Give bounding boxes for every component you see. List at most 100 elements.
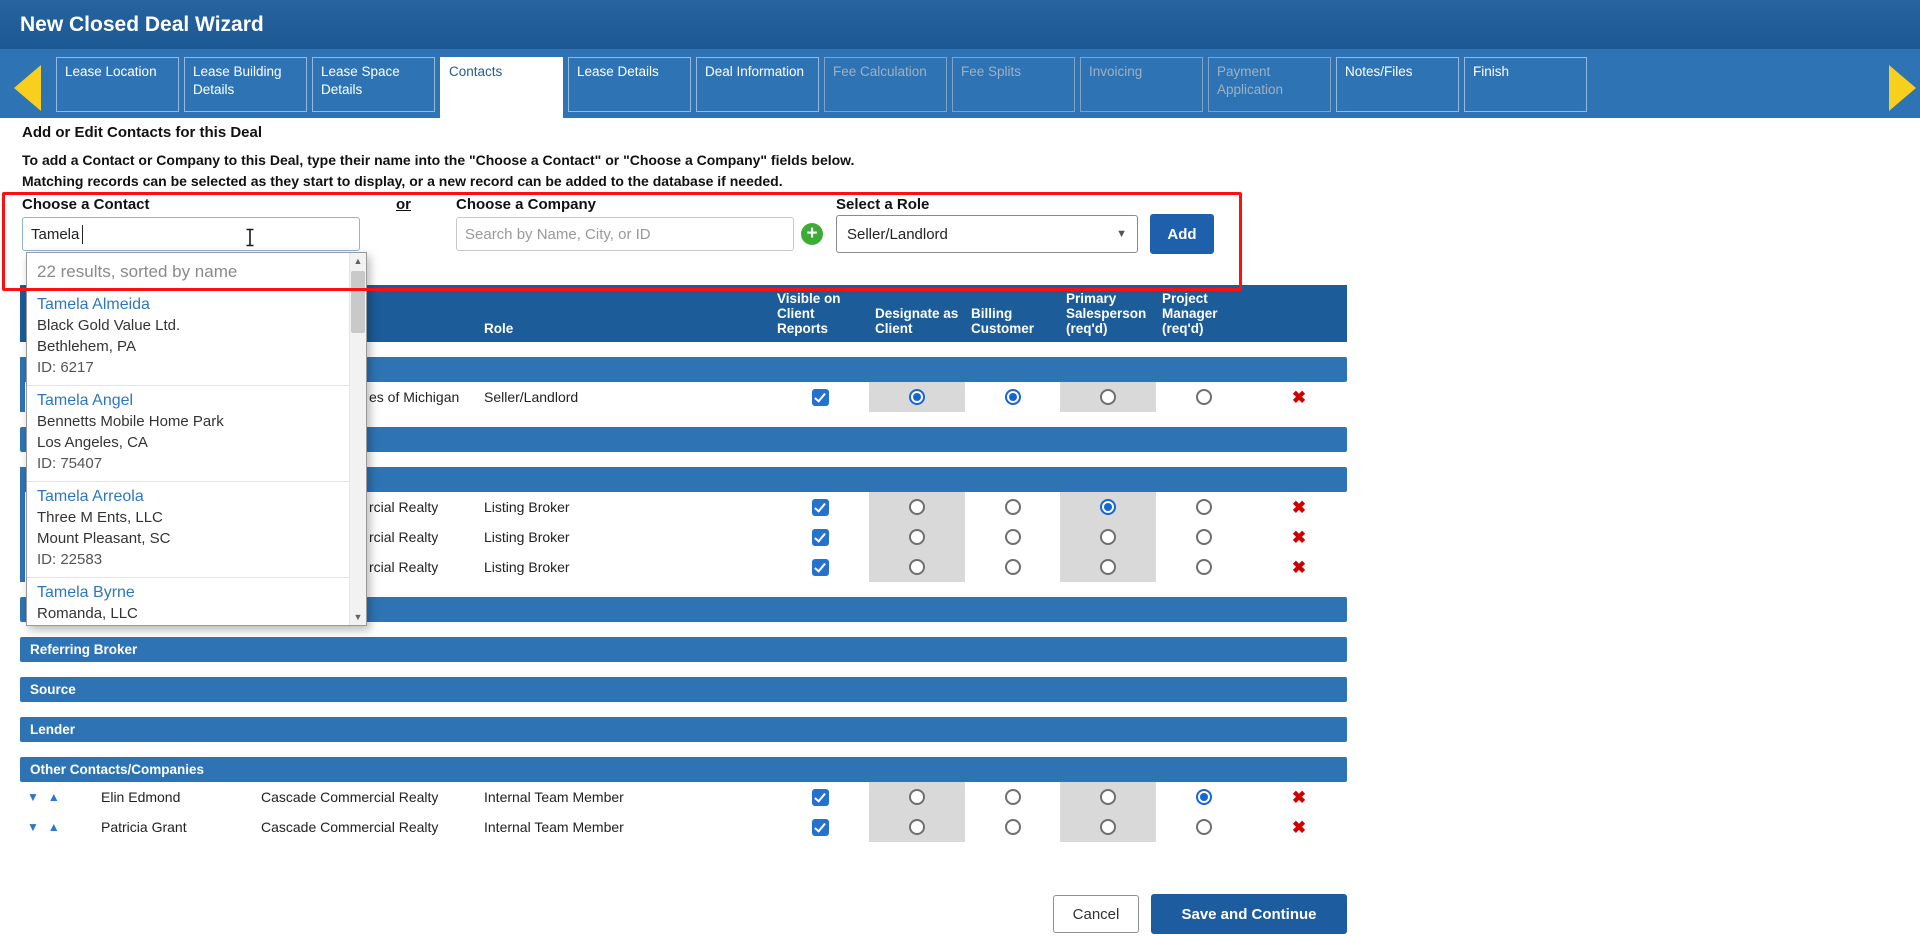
move-down-icon[interactable]: ▼: [27, 791, 39, 803]
tab-label: Lease Building Details: [193, 64, 282, 97]
visible-on-reports-checkbox[interactable]: [812, 789, 829, 806]
tab-label: Fee Calculation: [833, 64, 927, 79]
chevron-down-icon: ▼: [1116, 228, 1127, 240]
billing-customer-radio[interactable]: [1005, 529, 1021, 545]
project-manager-radio[interactable]: [1196, 529, 1212, 545]
delete-row-icon[interactable]: ✖: [1292, 559, 1306, 576]
primary-cell: [1060, 552, 1156, 582]
scrollbar-thumb[interactable]: [351, 271, 365, 333]
wizard-tabs: Lease Location Lease Building Details Leas…: [56, 57, 1587, 118]
company-search-input[interactable]: Search by Name, City, or ID: [456, 217, 794, 251]
designate-cell: [869, 782, 965, 812]
tab-lease-building-details[interactable]: Lease Building Details: [184, 57, 307, 112]
move-down-icon[interactable]: ▼: [27, 821, 39, 833]
project-manager-radio[interactable]: [1196, 499, 1212, 515]
designate-as-client-radio[interactable]: [909, 819, 925, 835]
visible-cell: [771, 552, 869, 582]
primary-salesperson-radio[interactable]: [1100, 819, 1116, 835]
visible-cell: [771, 492, 869, 522]
primary-salesperson-radio[interactable]: [1100, 499, 1116, 515]
project-cell: [1156, 492, 1251, 522]
tab-label: Contacts: [449, 64, 502, 79]
result-id: ID: 22583: [37, 549, 339, 570]
reorder-controls: ▼▲: [20, 791, 101, 803]
contact-cell: ▼▲Elin Edmond: [20, 782, 261, 812]
result-company: Bennetts Mobile Home Park: [37, 411, 339, 432]
designate-cell: [869, 522, 965, 552]
tab-fee-calculation: Fee Calculation: [824, 57, 947, 112]
tabs-scroll-left-arrow-icon[interactable]: [14, 65, 41, 111]
designate-cell: [869, 382, 965, 412]
delete-row-icon[interactable]: ✖: [1292, 819, 1306, 836]
section-bar-lender: Lender: [20, 717, 1347, 742]
autocomplete-result[interactable]: Tamela AlmeidaBlack Gold Value Ltd.Bethl…: [27, 289, 349, 385]
visible-on-reports-checkbox[interactable]: [812, 559, 829, 576]
tab-deal-information[interactable]: Deal Information: [696, 57, 819, 112]
tab-lease-location[interactable]: Lease Location: [56, 57, 179, 112]
scrollbar-down-arrow-icon[interactable]: ▼: [350, 609, 366, 625]
tab-notes-files[interactable]: Notes/Files: [1336, 57, 1459, 112]
autocomplete-result[interactable]: Tamela ArreolaThree M Ents, LLCMount Ple…: [27, 481, 349, 577]
designate-as-client-radio[interactable]: [909, 499, 925, 515]
tab-label: Lease Space Details: [321, 64, 400, 97]
autocomplete-result[interactable]: Tamela ByrneRomanda, LLC: [27, 577, 349, 625]
project-manager-radio[interactable]: [1196, 389, 1212, 405]
add-new-company-icon[interactable]: +: [801, 223, 823, 245]
contact-search-input[interactable]: Tamela: [22, 217, 360, 251]
result-contact-name: Tamela Byrne: [37, 582, 339, 603]
contact-cell: ▼▲Patricia Grant: [20, 812, 261, 842]
primary-salesperson-radio[interactable]: [1100, 789, 1116, 805]
tabs-scroll-right-arrow-icon[interactable]: [1889, 65, 1916, 111]
role-select[interactable]: Seller/Landlord ▼: [836, 215, 1138, 253]
section-label: Lender: [30, 722, 75, 737]
tab-fee-splits: Fee Splits: [952, 57, 1075, 112]
cancel-button[interactable]: Cancel: [1053, 895, 1139, 933]
delete-row-icon[interactable]: ✖: [1292, 529, 1306, 546]
move-up-icon[interactable]: ▲: [48, 791, 60, 803]
visible-on-reports-checkbox[interactable]: [812, 819, 829, 836]
primary-salesperson-radio[interactable]: [1100, 389, 1116, 405]
billing-customer-radio[interactable]: [1005, 389, 1021, 405]
primary-salesperson-radio[interactable]: [1100, 559, 1116, 575]
save-and-continue-button[interactable]: Save and Continue: [1151, 894, 1347, 934]
delete-row-icon[interactable]: ✖: [1292, 389, 1306, 406]
billing-customer-radio[interactable]: [1005, 789, 1021, 805]
result-company: Three M Ents, LLC: [37, 507, 339, 528]
autocomplete-result[interactable]: Tamela AngelBennetts Mobile Home ParkLos…: [27, 385, 349, 481]
dropdown-scrollbar[interactable]: ▲ ▼: [349, 253, 366, 625]
column-header-delete: [1251, 336, 1347, 342]
billing-customer-radio[interactable]: [1005, 559, 1021, 575]
page-title: Add or Edit Contacts for this Deal: [22, 124, 262, 141]
result-company: Black Gold Value Ltd.: [37, 315, 339, 336]
designate-as-client-radio[interactable]: [909, 529, 925, 545]
billing-customer-radio[interactable]: [1005, 499, 1021, 515]
delete-row-icon[interactable]: ✖: [1292, 789, 1306, 806]
scrollbar-up-arrow-icon[interactable]: ▲: [350, 253, 366, 269]
visible-on-reports-checkbox[interactable]: [812, 529, 829, 546]
project-manager-radio[interactable]: [1196, 559, 1212, 575]
billing-customer-radio[interactable]: [1005, 819, 1021, 835]
primary-salesperson-radio[interactable]: [1100, 529, 1116, 545]
delete-row-icon[interactable]: ✖: [1292, 499, 1306, 516]
visible-cell: [771, 382, 869, 412]
primary-cell: [1060, 382, 1156, 412]
tab-lease-details[interactable]: Lease Details: [568, 57, 691, 112]
section-label: Other Contacts/Companies: [30, 762, 204, 777]
designate-cell: [869, 552, 965, 582]
result-location: Mount Pleasant, SC: [37, 528, 339, 549]
choose-contact-label: Choose a Contact: [22, 196, 150, 213]
window-title: New Closed Deal Wizard: [20, 13, 264, 36]
tab-finish[interactable]: Finish: [1464, 57, 1587, 112]
visible-on-reports-checkbox[interactable]: [812, 499, 829, 516]
designate-as-client-radio[interactable]: [909, 389, 925, 405]
tab-lease-space-details[interactable]: Lease Space Details: [312, 57, 435, 112]
designate-as-client-radio[interactable]: [909, 559, 925, 575]
project-manager-radio[interactable]: [1196, 819, 1212, 835]
visible-on-reports-checkbox[interactable]: [812, 389, 829, 406]
tab-contacts[interactable]: Contacts: [440, 57, 563, 118]
add-button[interactable]: Add: [1150, 214, 1214, 254]
move-up-icon[interactable]: ▲: [48, 821, 60, 833]
project-cell: [1156, 522, 1251, 552]
project-manager-radio[interactable]: [1196, 789, 1212, 805]
designate-as-client-radio[interactable]: [909, 789, 925, 805]
